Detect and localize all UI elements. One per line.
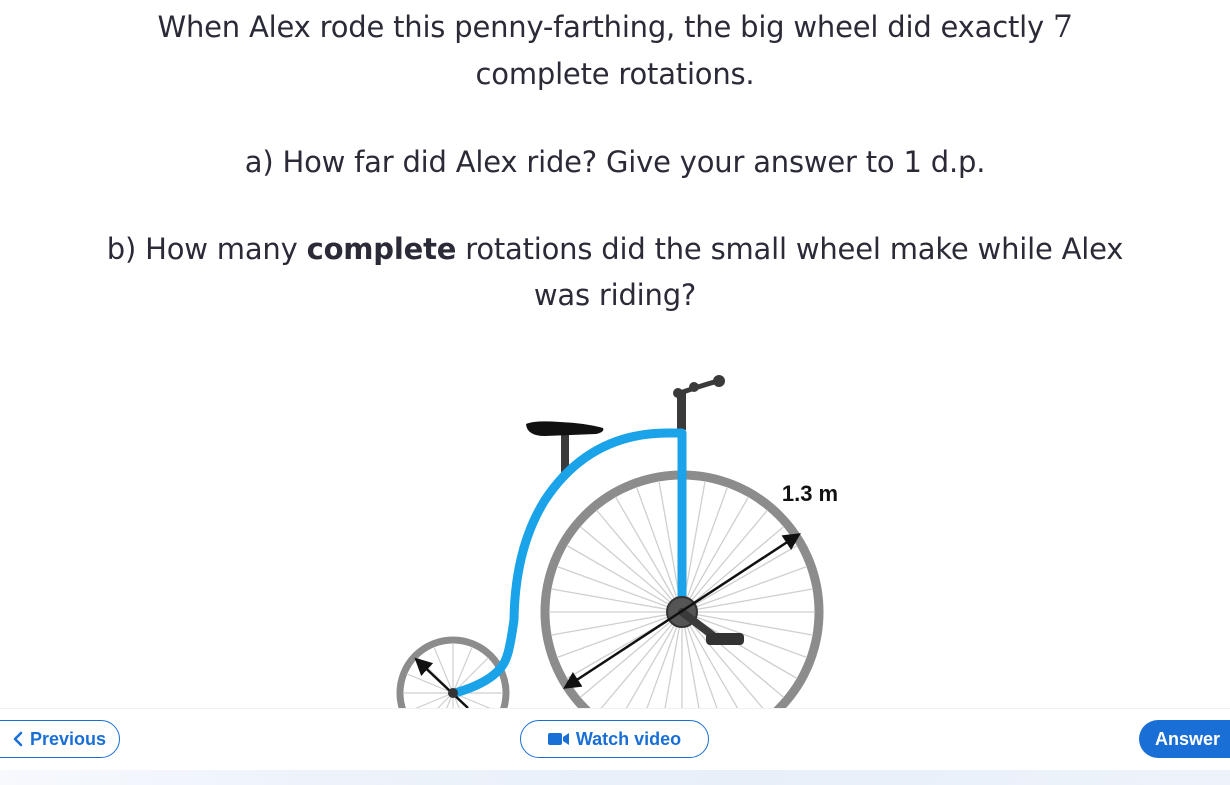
previous-button[interactable]: Previous: [0, 720, 120, 758]
part-b-emphasis: complete: [306, 232, 457, 266]
answer-label: Answer: [1155, 728, 1221, 749]
watch-video-button[interactable]: Watch video: [520, 720, 709, 758]
answer-button[interactable]: Answer: [1139, 720, 1230, 758]
video-camera-icon: [547, 732, 570, 746]
question-text: When Alex rode this penny-farthing, the …: [157, 10, 1053, 44]
question-part-b-line-2: was riding?: [533, 278, 697, 312]
big-wheel-label: 1.3 m: [782, 481, 838, 506]
bottom-strip: [0, 770, 1230, 785]
part-b-text: b) How many: [106, 232, 307, 266]
question-part-b: b) How many complete rotations did the s…: [0, 230, 1230, 268]
watch-video-label: Watch video: [575, 728, 682, 749]
handlebar: [673, 375, 725, 430]
question-part-a: a) How far did Alex ride? Give your answ…: [244, 145, 986, 179]
rotation-count: 7: [1052, 9, 1073, 45]
seat: [526, 421, 604, 436]
previous-label: Previous: [29, 728, 107, 749]
question-line-1: When Alex rode this penny-farthing, the …: [0, 8, 1230, 46]
part-b-text-rest: rotations did the small wheel make while…: [456, 232, 1124, 266]
question-line-2: complete rotations.: [475, 57, 755, 91]
penny-farthing-figure: 1.3 m: [0, 340, 1230, 710]
chevron-left-icon: [12, 731, 24, 747]
penny-farthing-illustration: 1.3 m: [396, 375, 838, 710]
